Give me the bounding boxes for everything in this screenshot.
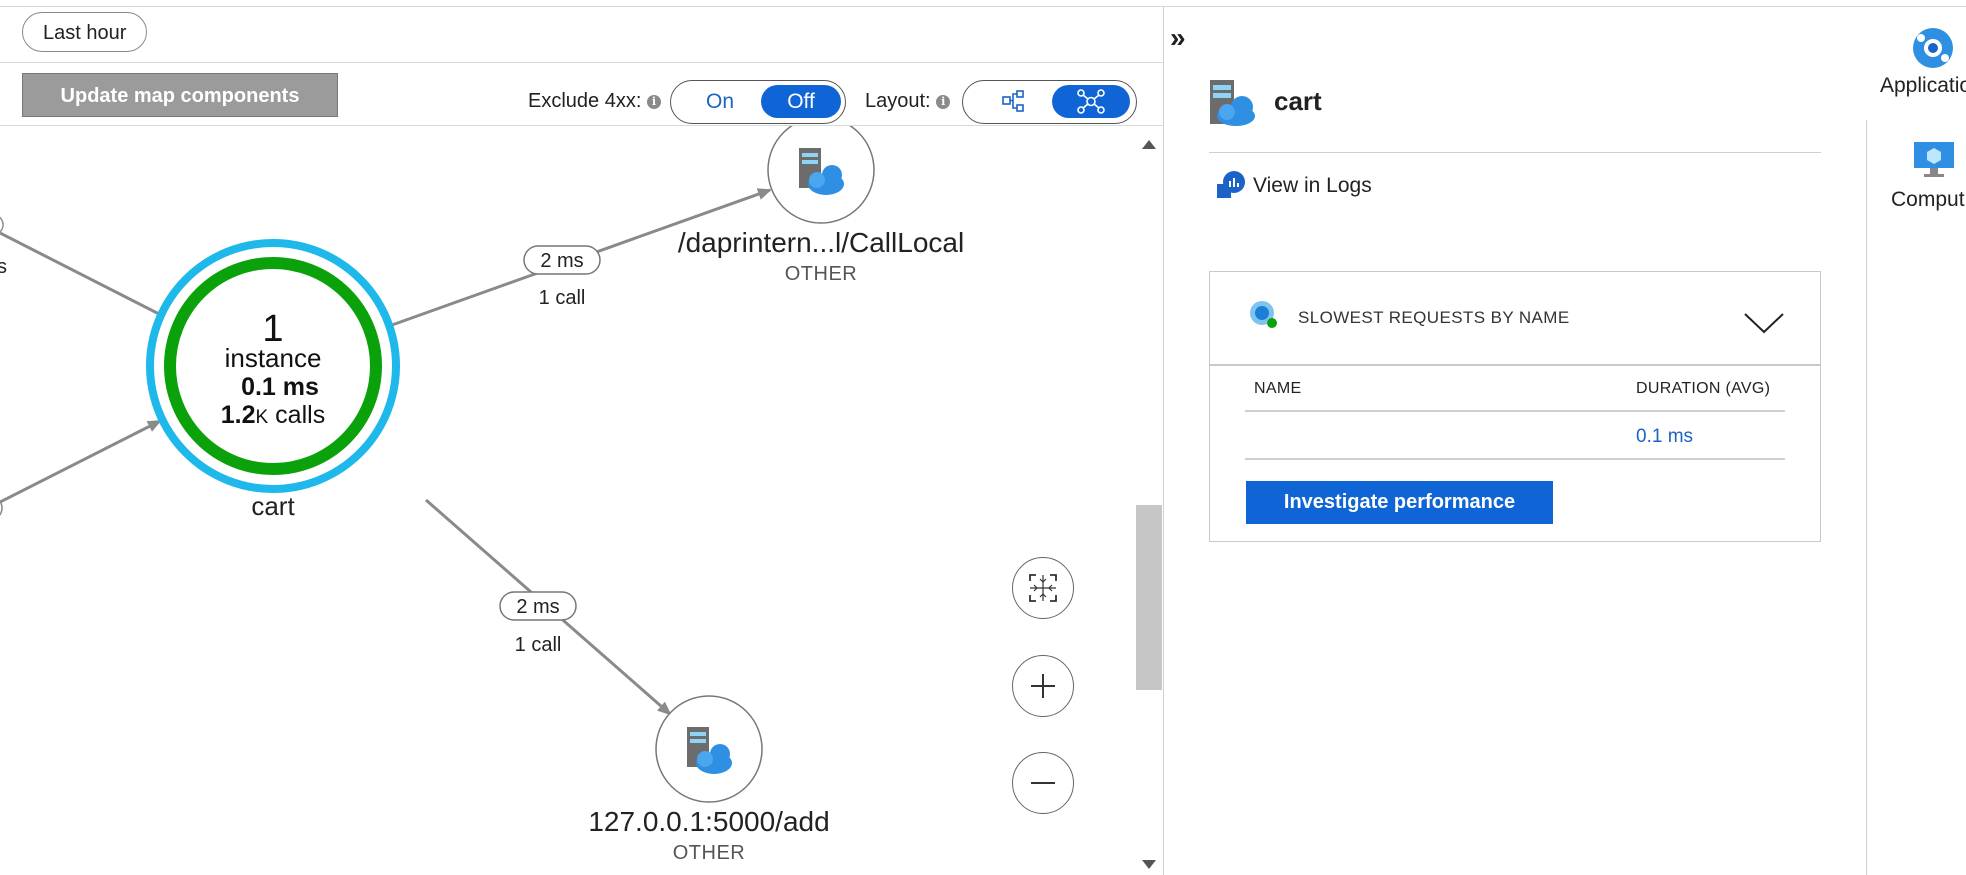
calllocal-node-name: /daprintern...l/CallLocal (678, 227, 964, 258)
exclude-off-option[interactable]: Off (761, 85, 841, 118)
hierarchy-layout-icon (1002, 90, 1024, 112)
map-scrollbar[interactable] (1136, 132, 1162, 875)
investigate-performance-button[interactable]: Investigate performance (1246, 481, 1553, 524)
layout-label-text: Layout: (865, 90, 931, 112)
side-nav-application-label[interactable]: Applicatio (1880, 74, 1966, 98)
layout-force-option[interactable] (1052, 85, 1130, 118)
edge-duration: 2 ms (540, 250, 583, 272)
calllocal-node[interactable] (767, 126, 875, 224)
network-layout-icon (1077, 89, 1105, 114)
request-duration-cell[interactable]: 0.1 ms (1636, 426, 1693, 448)
layout-toggle[interactable] (962, 80, 1137, 124)
add-node[interactable] (655, 695, 763, 803)
info-icon[interactable]: i (936, 94, 951, 109)
exclude-on-option[interactable]: On (681, 85, 759, 118)
edge-duration: 2 ms (516, 596, 559, 618)
incoming-edge-lower[interactable] (0, 419, 162, 504)
column-header-name[interactable]: NAME (1254, 380, 1301, 398)
incoming-edge-upper[interactable] (0, 231, 164, 318)
offscreen-edge-pill (0, 216, 4, 233)
calls-label: calls (268, 401, 325, 429)
scroll-up-arrow[interactable] (1142, 140, 1156, 149)
plus-icon (1031, 674, 1055, 698)
panel-divider (1209, 152, 1821, 153)
offscreen-edge-label: s (0, 256, 7, 278)
server-cloud-icon (1210, 80, 1255, 126)
cart-node[interactable]: 1 instance 0.1 ms 1.2K calls (146, 239, 400, 493)
calllocal-node-type: OTHER (785, 263, 858, 285)
info-icon[interactable]: i (646, 94, 661, 109)
collapse-panel-icon[interactable]: » (1170, 22, 1186, 54)
fit-to-screen-button[interactable] (1012, 557, 1074, 619)
panel-title: cart (1274, 86, 1322, 116)
compute-icon[interactable] (1912, 140, 1956, 180)
node-duration: 0.1 ms (241, 373, 319, 401)
toolbar-divider (0, 62, 1163, 63)
minus-icon (1031, 782, 1055, 784)
column-header-duration[interactable]: DURATION (AVG) (1636, 380, 1770, 398)
table-row-divider (1245, 458, 1785, 460)
table-header-divider (1245, 410, 1785, 412)
side-nav-panel (1866, 120, 1966, 875)
layout-label: Layout: i (865, 90, 951, 113)
instance-label: instance (225, 343, 322, 373)
exclude-4xx-label: Exclude 4xx: i (528, 90, 661, 113)
node-calls: 1.2K calls (221, 401, 325, 429)
card-title: SLOWEST REQUESTS BY NAME (1298, 308, 1570, 327)
application-map-canvas[interactable]: s 2 ms 1 call 2 ms 1 call 1 instance 0.1… (0, 126, 1134, 875)
card-divider (1209, 364, 1821, 366)
layout-hierarchical-option[interactable] (973, 85, 1051, 118)
exclude-4xx-label-text: Exclude 4xx: (528, 90, 642, 112)
logs-icon (1217, 171, 1245, 198)
edge-call-count: 1 call (539, 287, 586, 309)
time-range-pill[interactable]: Last hour (22, 12, 148, 52)
exclude-4xx-toggle[interactable]: On Off (670, 80, 846, 124)
add-node-name: 127.0.0.1:5000/add (588, 806, 829, 837)
update-map-components-button[interactable]: Update map components (22, 73, 338, 117)
scrollbar-thumb[interactable] (1136, 505, 1162, 690)
application-insights-icon[interactable] (1911, 26, 1955, 70)
edge-call-count: 1 call (515, 634, 562, 656)
cart-node-name: cart (251, 491, 295, 521)
fit-to-screen-icon (1029, 574, 1057, 602)
side-nav-compute-label[interactable]: Comput (1891, 188, 1965, 212)
add-node-type: OTHER (673, 842, 746, 864)
calls-unit: K (256, 407, 269, 428)
scroll-down-arrow[interactable] (1142, 860, 1156, 869)
application-insights-icon (1250, 301, 1277, 328)
calls-value: 1.2 (221, 401, 256, 429)
view-in-logs-link[interactable]: View in Logs (1253, 174, 1372, 198)
zoom-in-button[interactable] (1012, 655, 1074, 717)
chevron-down-icon[interactable] (1742, 310, 1786, 336)
zoom-out-button[interactable] (1012, 752, 1074, 814)
